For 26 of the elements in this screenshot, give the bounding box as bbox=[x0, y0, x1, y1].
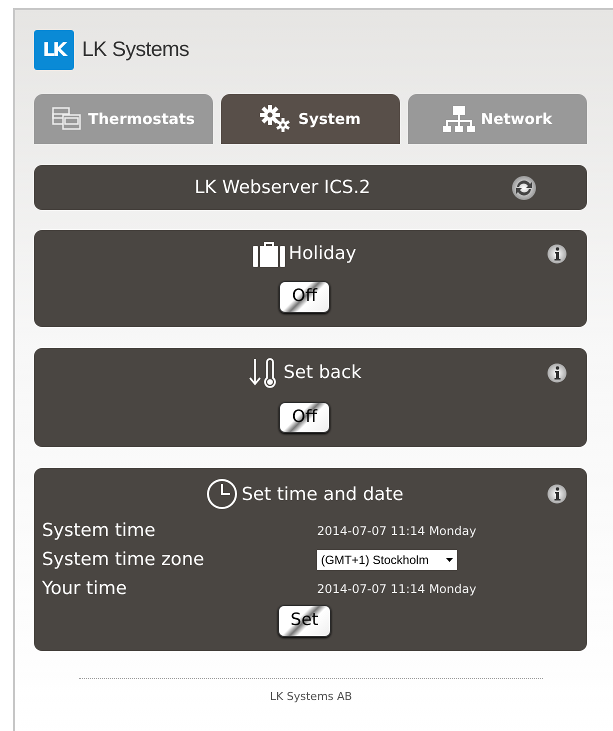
clock-icon bbox=[206, 478, 238, 510]
row-label: System time bbox=[42, 519, 157, 543]
row-label: System time zone bbox=[42, 548, 206, 572]
row-value: 2014-07-07 11:14 Monday bbox=[317, 580, 476, 598]
network-icon[interactable] bbox=[442, 105, 475, 133]
panel-title: Set time and date bbox=[242, 482, 404, 506]
device-title: LK Webserver ICS.2 bbox=[194, 176, 370, 200]
caret-icon bbox=[446, 558, 453, 562]
gears-icon[interactable] bbox=[260, 105, 292, 133]
info-icon[interactable] bbox=[547, 244, 568, 264]
footer-text: LK Systems AB bbox=[270, 690, 352, 702]
tab[interactable]: System bbox=[221, 94, 400, 144]
logo-mark: LK bbox=[34, 30, 74, 70]
toggle-button[interactable]: Off bbox=[278, 402, 330, 433]
toggle-button[interactable]: Off bbox=[278, 281, 330, 312]
suitcase-icon bbox=[252, 240, 285, 266]
panel-title: Holiday bbox=[288, 242, 356, 266]
set-button[interactable]: Set bbox=[278, 605, 332, 636]
refresh-icon[interactable] bbox=[511, 174, 538, 200]
panel-title: Set back bbox=[283, 361, 362, 385]
brand-name: LK Systems bbox=[82, 37, 190, 64]
info-icon[interactable] bbox=[547, 484, 567, 504]
row-value: 2014-07-07 11:14 Monday bbox=[317, 522, 476, 540]
info-icon[interactable] bbox=[547, 362, 567, 382]
timezone-select[interactable]: (GMT+1) Stockholm bbox=[317, 550, 457, 570]
row-label: Your time bbox=[42, 577, 128, 601]
